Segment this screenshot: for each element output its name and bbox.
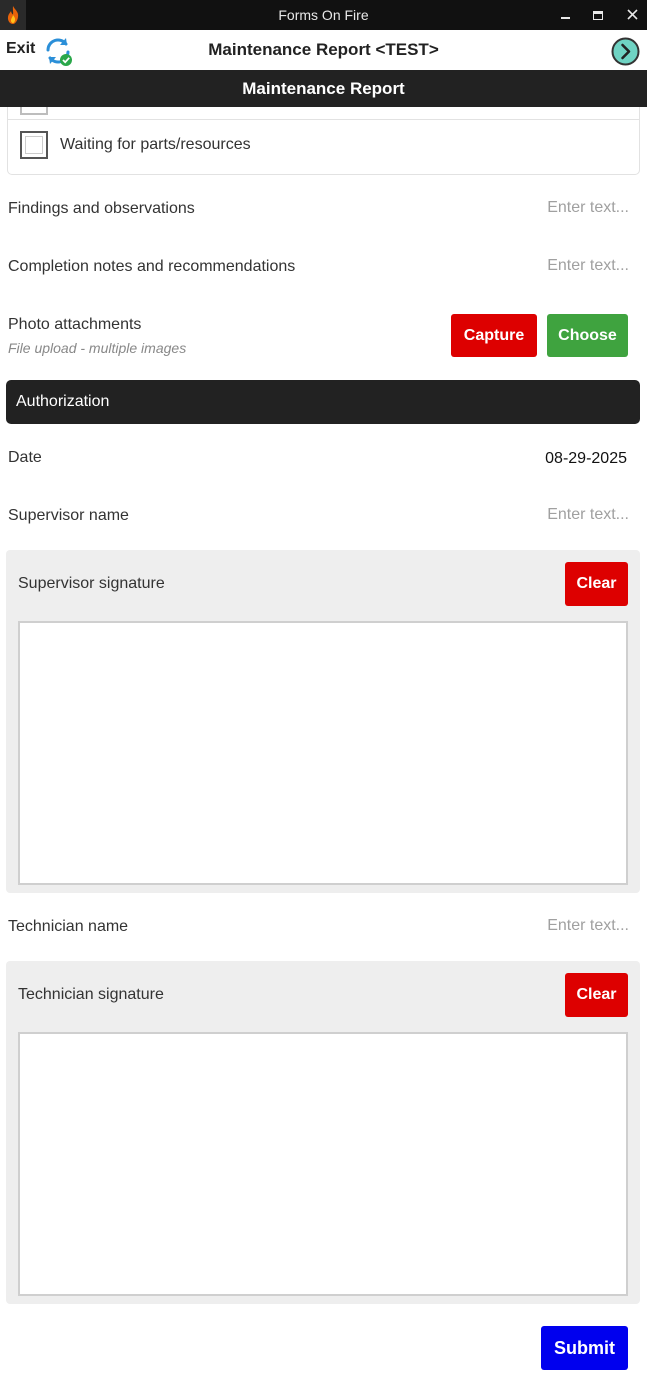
authorization-section-header: Authorization [6,380,640,424]
form-header: Maintenance Report [0,70,647,107]
supervisor-signature-clear-button[interactable]: Clear [565,562,628,606]
supervisor-signature-panel: Supervisor signature Clear [6,550,640,893]
supervisor-signature-pad[interactable] [18,621,628,885]
form-title: Maintenance Report <TEST> [208,40,439,59]
checkbox-partial[interactable] [20,107,48,115]
completion-notes-label: Completion notes and recommendations [8,258,296,275]
date-field[interactable]: 08-29-2025 [545,450,627,468]
capture-button[interactable]: Capture [451,314,537,357]
technician-name-label: Technician name [8,918,129,935]
completion-notes-input[interactable] [329,257,629,275]
app-header: Exit Maintenance Report <TEST> [0,30,647,70]
maximize-button[interactable] [581,0,615,30]
close-button[interactable] [615,0,647,30]
minimize-button[interactable] [548,0,582,30]
status-checkbox-group: Waiting for parts/resources [7,107,640,175]
findings-input[interactable] [329,199,629,217]
supervisor-name-label: Supervisor name [8,507,129,524]
technician-name-input[interactable] [329,917,629,935]
technician-signature-clear-button[interactable]: Clear [565,973,628,1017]
submit-button[interactable]: Submit [541,1326,628,1370]
checkbox-waiting-for-parts[interactable]: Waiting for parts/resources [20,131,251,159]
technician-signature-panel: Technician signature Clear [6,961,640,1304]
divider [8,119,639,120]
maximize-icon [593,10,603,20]
checkbox-label: Waiting for parts/resources [60,136,251,153]
window-titlebar: Forms On Fire [0,0,647,30]
chevron-right-icon[interactable] [611,37,640,66]
supervisor-signature-label: Supervisor signature [18,575,165,592]
technician-signature-pad[interactable] [18,1032,628,1296]
close-icon [626,7,638,23]
supervisor-name-input[interactable] [329,506,629,524]
findings-label: Findings and observations [8,200,195,217]
photo-attachments-hint: File upload - multiple images [8,340,187,356]
choose-button[interactable]: Choose [547,314,628,357]
photo-attachments-label: Photo attachments [8,316,142,333]
date-label: Date [8,449,42,466]
checkbox-icon[interactable] [20,131,48,159]
minimize-icon [560,11,570,19]
technician-signature-label: Technician signature [18,986,164,1003]
